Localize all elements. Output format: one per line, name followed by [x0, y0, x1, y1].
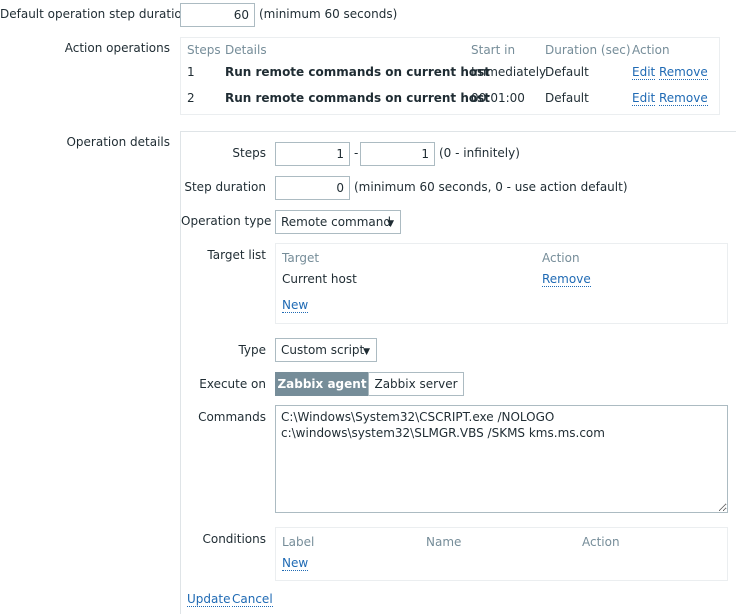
- col-header-duration: Duration (sec): [545, 43, 631, 57]
- action-operations-label: Action operations: [64, 41, 170, 55]
- operation-details-panel: Steps 1 - 1 (0 - infinitely) Step durati…: [180, 131, 736, 614]
- chevron-down-icon: ▼: [387, 219, 394, 229]
- table-row-duration: Default: [545, 65, 589, 79]
- col-header-steps: Steps: [187, 43, 221, 57]
- step-duration-input[interactable]: 0: [275, 176, 350, 200]
- col-header-start-in: Start in: [471, 43, 516, 57]
- step-duration-hint: (minimum 60 seconds, 0 - use action defa…: [354, 180, 628, 194]
- table-row-duration: Default: [545, 91, 589, 105]
- type-select[interactable]: Custom script ▼: [275, 338, 377, 362]
- execute-on-label: Execute on: [199, 377, 266, 391]
- default-step-duration-hint: (minimum 60 seconds): [259, 7, 398, 21]
- default-step-duration-input[interactable]: 60: [180, 3, 255, 27]
- cancel-link[interactable]: Cancel: [232, 592, 273, 607]
- edit-operation-2-link[interactable]: Edit: [632, 91, 656, 106]
- steps-to-input[interactable]: 1: [360, 142, 435, 166]
- conditions-table: Label Name Action New: [275, 527, 728, 581]
- target-list-label: Target list: [207, 248, 266, 262]
- remove-target-link[interactable]: Remove: [542, 272, 591, 287]
- col-header-action: Action: [632, 43, 670, 57]
- col-header-name: Name: [426, 535, 462, 549]
- new-target-link[interactable]: New: [282, 298, 309, 313]
- operation-type-select[interactable]: Remote command ▼: [275, 210, 401, 234]
- remove-operation-1-link[interactable]: Remove: [659, 65, 708, 80]
- col-header-target: Target: [282, 251, 320, 265]
- commands-textarea[interactable]: [275, 405, 728, 513]
- table-row-start-in: Immediately: [471, 65, 547, 79]
- col-header-action: Action: [542, 251, 580, 265]
- type-value: Custom script: [281, 343, 365, 357]
- steps-label: Steps: [232, 146, 266, 160]
- col-header-label: Label: [282, 535, 315, 549]
- action-operations-table: Steps Details Start in Duration (sec) Ac…: [180, 37, 720, 115]
- new-condition-link[interactable]: New: [282, 556, 309, 571]
- type-label: Type: [238, 343, 266, 357]
- col-header-details: Details: [225, 43, 267, 57]
- col-header-action: Action: [582, 535, 620, 549]
- edit-operation-1-link[interactable]: Edit: [632, 65, 656, 80]
- operation-type-label: Operation type: [181, 214, 272, 228]
- step-duration-label: Step duration: [184, 180, 266, 194]
- update-link[interactable]: Update: [187, 592, 231, 607]
- operation-details-label: Operation details: [66, 135, 170, 149]
- target-list-table: Target Action Current host Remove New: [275, 243, 728, 324]
- table-row-start-in: 00:01:00: [471, 91, 525, 105]
- commands-label: Commands: [198, 410, 266, 424]
- execute-on-zabbix-agent[interactable]: Zabbix agent: [275, 372, 369, 396]
- chevron-down-icon: ▼: [363, 347, 370, 357]
- execute-on-zabbix-server[interactable]: Zabbix server: [368, 372, 464, 396]
- table-row-step: 2: [187, 91, 195, 105]
- operation-type-value: Remote command: [281, 215, 392, 229]
- remove-operation-2-link[interactable]: Remove: [659, 91, 708, 106]
- steps-from-input[interactable]: 1: [275, 142, 350, 166]
- table-row-details: Run remote commands on current host: [225, 91, 490, 105]
- default-step-duration-label: Default operation step duration: [0, 7, 190, 21]
- table-row-step: 1: [187, 65, 195, 79]
- steps-hint: (0 - infinitely): [439, 146, 520, 160]
- steps-separator: -: [354, 146, 359, 160]
- target-row-current-host: Current host: [282, 272, 357, 286]
- table-row-details: Run remote commands on current host: [225, 65, 490, 79]
- conditions-label: Conditions: [202, 532, 266, 546]
